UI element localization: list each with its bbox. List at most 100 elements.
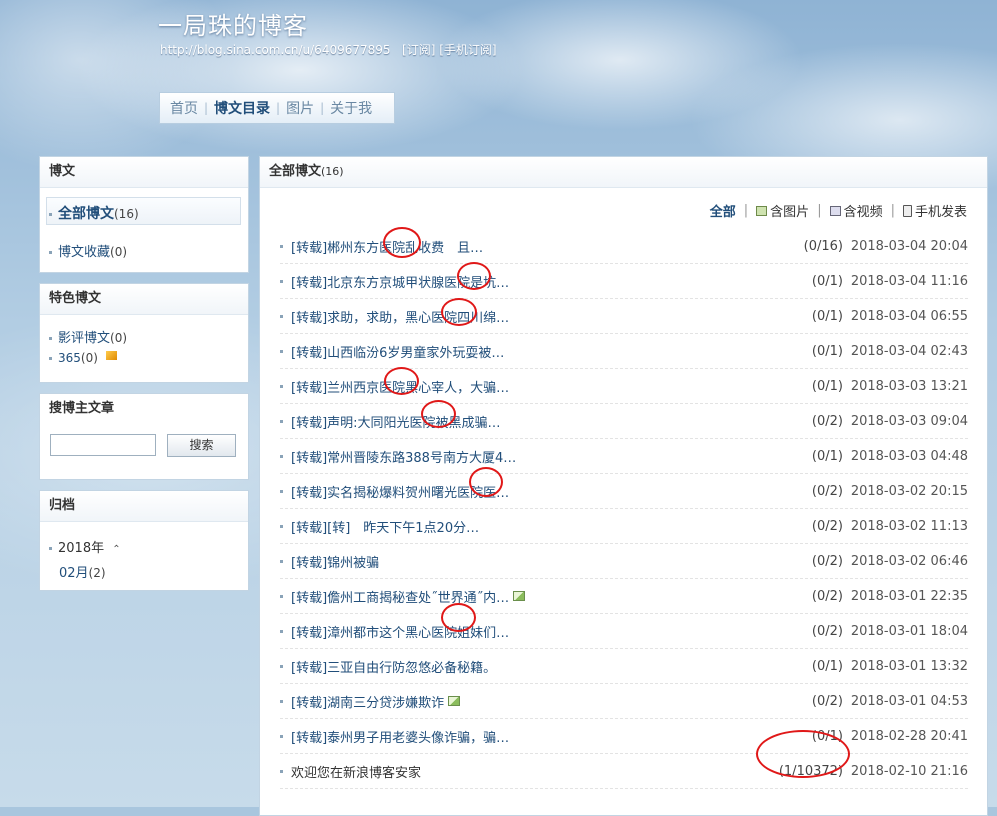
sidebar-articles-box: 博文 全部博文(16) 博文收藏(0) [39, 156, 249, 273]
main-title-count: (16) [321, 165, 344, 178]
post-row: [转载]三亚自由行防忽悠必备秘籍。 (0/1) 2018-03-01 13:32 [280, 649, 968, 684]
post-title-link[interactable]: [转载]湖南三分贷涉嫌欺诈 [291, 692, 444, 711]
post-stat: (0/2) [811, 518, 843, 534]
nav-pictures[interactable]: 图片 [286, 98, 314, 118]
rss-icon[interactable] [106, 351, 118, 360]
post-title-link[interactable]: [转载][转] 昨天下午1点20分… [291, 517, 479, 536]
post-list: [转载]郴州东方医院乱收费 且… (0/16) 2018-03-04 20:04 [转… [280, 229, 968, 789]
post-row: [转载][转] 昨天下午1点20分… (0/2) 2018-03-02 11:13 [280, 509, 968, 544]
bullet [280, 244, 283, 248]
bullet [280, 524, 283, 528]
post-title-link[interactable]: [转载]声明:大同阳光医院被黑成骗… [291, 412, 501, 431]
sidebar-item-all-articles[interactable]: 全部博文(16) [49, 203, 139, 223]
post-date: 2018-03-04 20:04 [850, 238, 968, 254]
post-title-link[interactable]: 欢迎您在新浪博客安家 [291, 762, 421, 781]
nav-separator: | [204, 101, 209, 115]
filter-videos[interactable]: 含视频 [829, 201, 883, 220]
filter-label: 含图片 [770, 205, 810, 220]
sidebar-item-favorites[interactable]: 博文收藏(0) [49, 241, 127, 260]
top-nav: 首页 | 博文目录 | 图片 | 关于我 [159, 92, 395, 124]
sidebar-item-count: (0) [110, 245, 128, 259]
post-stat: (0/2) [811, 588, 843, 604]
post-date: 2018-03-04 11:16 [850, 273, 968, 289]
archive-year[interactable]: 2018年 ⌃ [49, 537, 121, 556]
post-stat: (0/1) [811, 343, 843, 359]
post-row: [转载]漳州都市这个黑心医院姐妹们… (0/2) 2018-03-01 18:04 [280, 614, 968, 649]
post-date: 2018-03-03 04:48 [850, 448, 968, 464]
post-title-link[interactable]: [转载]实名揭秘爆料贺州曙光医院医… [291, 482, 509, 501]
filter-pictures[interactable]: 含图片 [756, 201, 809, 220]
post-row: [转载]郴州东方医院乱收费 且… (0/16) 2018-03-04 20:04 [280, 229, 968, 264]
post-stat: (0/1) [811, 378, 843, 394]
post-row: [转载]求助，求助，黑心医院四川绵… (0/1) 2018-03-04 06:55 [280, 299, 968, 334]
post-stat: (0/1) [811, 448, 843, 464]
search-input[interactable] [50, 434, 156, 456]
post-title-link[interactable]: [转载]兰州西京医院黑心宰人，大骗… [291, 377, 509, 396]
article-filters: 全部 | 含图片 | 含视频 | 手机发表 [710, 201, 967, 220]
main-article-list: 全部博文(16) 全部 | 含图片 | 含视频 | 手机发表 [转载]郴州东方医… [259, 156, 988, 816]
filter-separator: | [890, 203, 895, 218]
bullet [49, 251, 52, 254]
blog-url-link[interactable]: http://blog.sina.com.cn/u/6409677895 [160, 43, 391, 57]
sidebar-item-label: 博文收藏 [58, 245, 111, 260]
post-title-link[interactable]: [转载]三亚自由行防忽悠必备秘籍。 [291, 657, 496, 676]
sidebar-item-film-review[interactable]: 影评博文(0) [49, 327, 127, 346]
subscribe-link[interactable]: [订阅] [402, 43, 435, 57]
bullet [280, 279, 283, 283]
sidebar-archive-box: 归档 2018年 ⌃ 02月(2) [39, 490, 249, 591]
post-stat: (0/16) [803, 238, 843, 254]
post-row: 欢迎您在新浪博客安家 (1/10372) 2018-02-10 21:16 [280, 754, 968, 789]
mobile-subscribe-link[interactable]: [手机订阅] [439, 43, 496, 57]
post-row: [转载]山西临汾6岁男童家外玩耍被… (0/1) 2018-03-04 02:43 [280, 334, 968, 369]
main-title-label: 全部博文 [269, 164, 322, 179]
post-title-link[interactable]: [转载]泰州男子用老婆头像诈骗，骗… [291, 727, 509, 746]
sidebar-search-title: 搜博主文章 [49, 401, 115, 416]
post-stat: (0/2) [811, 553, 843, 569]
post-stat: (1/10372) [778, 763, 843, 779]
post-title-link[interactable]: [转载]郴州东方医院乱收费 且… [291, 237, 483, 256]
filter-separator: | [743, 203, 749, 218]
post-row: [转载]常州晋陵东路388号南方大厦4… (0/1) 2018-03-03 04:4… [280, 439, 968, 474]
bullet [280, 769, 283, 773]
post-date: 2018-03-04 06:55 [850, 308, 968, 324]
phone-icon [902, 204, 912, 217]
post-stat: (0/1) [811, 308, 843, 324]
sidebar-item-365[interactable]: 365(0) [49, 351, 118, 366]
post-title-link[interactable]: [转载]山西临汾6岁男童家外玩耍被… [291, 342, 504, 361]
post-stat: (0/2) [811, 693, 843, 709]
post-date: 2018-03-03 09:04 [850, 413, 968, 429]
archive-month-label: 02月 [59, 566, 89, 581]
post-stat: (0/1) [811, 658, 843, 674]
post-date: 2018-03-01 22:35 [850, 588, 968, 604]
post-stat: (0/2) [811, 413, 843, 429]
post-title-link[interactable]: [转载]锦州被骗 [291, 552, 379, 571]
post-title-link[interactable]: [转载]儋州工商揭秘查处˝世界通˝内… [291, 587, 509, 606]
post-title-link[interactable]: [转载]常州晋陵东路388号南方大厦4… [291, 447, 516, 466]
post-title-link[interactable]: [转载]求助，求助，黑心医院四川绵… [291, 307, 509, 326]
nav-separator: | [276, 101, 281, 115]
sidebar-articles-title: 博文 [40, 157, 248, 188]
archive-year-label: 2018年 [58, 541, 105, 556]
search-button[interactable]: 搜索 [167, 434, 236, 457]
post-title-link[interactable]: [转载]北京东方京城甲状腺医院是坑… [291, 272, 509, 291]
sidebar-item-count: (0) [80, 351, 98, 365]
bullet [49, 337, 52, 340]
filter-mobile[interactable]: 手机发表 [902, 201, 967, 220]
nav-article-list[interactable]: 博文目录 [214, 98, 270, 118]
post-date: 2018-03-03 13:21 [850, 378, 968, 394]
archive-month[interactable]: 02月(2) [59, 562, 106, 581]
filter-label: 手机发表 [914, 205, 967, 220]
picture-icon [756, 205, 768, 216]
post-title-link[interactable]: [转载]漳州都市这个黑心医院姐妹们… [291, 622, 509, 641]
filter-label: 含视频 [843, 205, 883, 220]
bullet [280, 699, 283, 703]
sidebar-archive-title: 归档 [40, 491, 248, 522]
nav-home[interactable]: 首页 [170, 98, 198, 118]
bullet [49, 357, 52, 360]
filter-all[interactable]: 全部 [710, 201, 736, 220]
post-date: 2018-02-10 21:16 [850, 763, 968, 779]
sidebar-search-box: 搜博主文章 搜索 [39, 393, 249, 480]
post-row: [转载]儋州工商揭秘查处˝世界通˝内… (0/2) 2018-03-01 22:35 [280, 579, 968, 614]
nav-about[interactable]: 关于我 [330, 98, 372, 118]
chevron-up-icon[interactable]: ⌃ [112, 544, 120, 555]
